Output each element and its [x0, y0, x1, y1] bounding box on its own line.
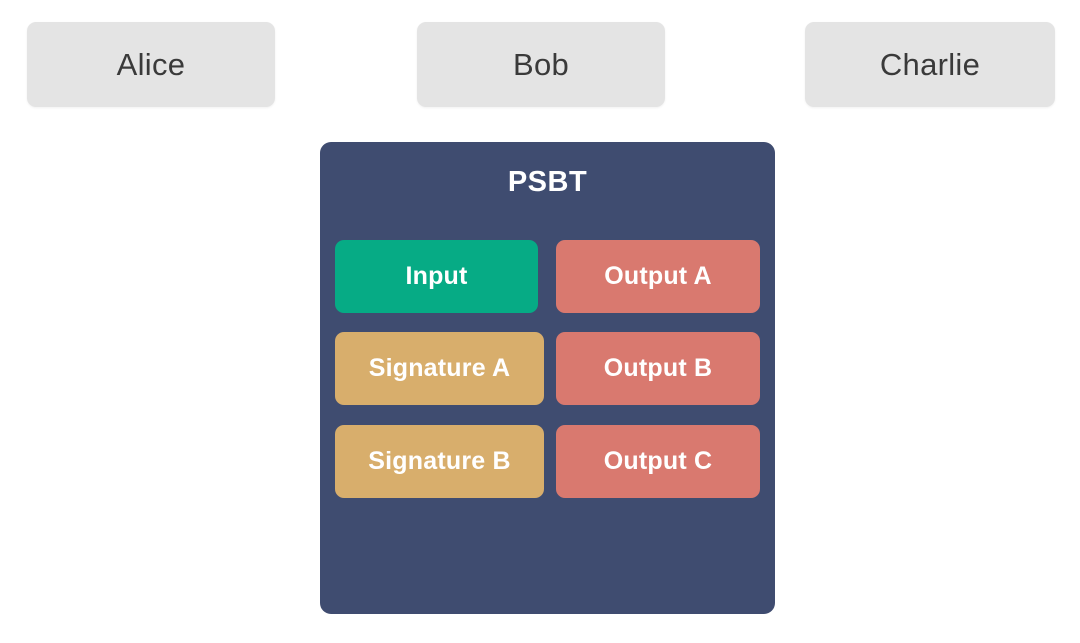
participant-box-alice[interactable]: Alice	[27, 22, 275, 107]
participant-label: Charlie	[879, 47, 981, 82]
participant-box-bob[interactable]: Bob	[417, 22, 665, 107]
chip-input[interactable]: Input	[335, 240, 538, 313]
participant-label: Bob	[512, 47, 570, 82]
chip-label: Output C	[603, 447, 713, 475]
chip-label: Signature A	[368, 354, 511, 382]
psbt-title: PSBT	[507, 166, 588, 198]
participant-box-charlie[interactable]: Charlie	[805, 22, 1055, 107]
chip-output-b[interactable]: Output B	[556, 332, 760, 405]
psbt-panel: PSBT Input Output A Signature A Output B…	[320, 142, 775, 614]
chip-signature-a[interactable]: Signature A	[335, 332, 544, 405]
chip-signature-b[interactable]: Signature B	[335, 425, 544, 498]
chip-label: Output B	[603, 354, 713, 382]
chip-label: Input	[405, 262, 468, 290]
chip-label: Signature B	[368, 447, 511, 475]
chip-output-c[interactable]: Output C	[556, 425, 760, 498]
chip-label: Output A	[604, 262, 712, 290]
participant-label: Alice	[116, 47, 186, 82]
participants-row: Alice Bob Charlie	[0, 0, 1080, 130]
chip-output-a[interactable]: Output A	[556, 240, 760, 313]
